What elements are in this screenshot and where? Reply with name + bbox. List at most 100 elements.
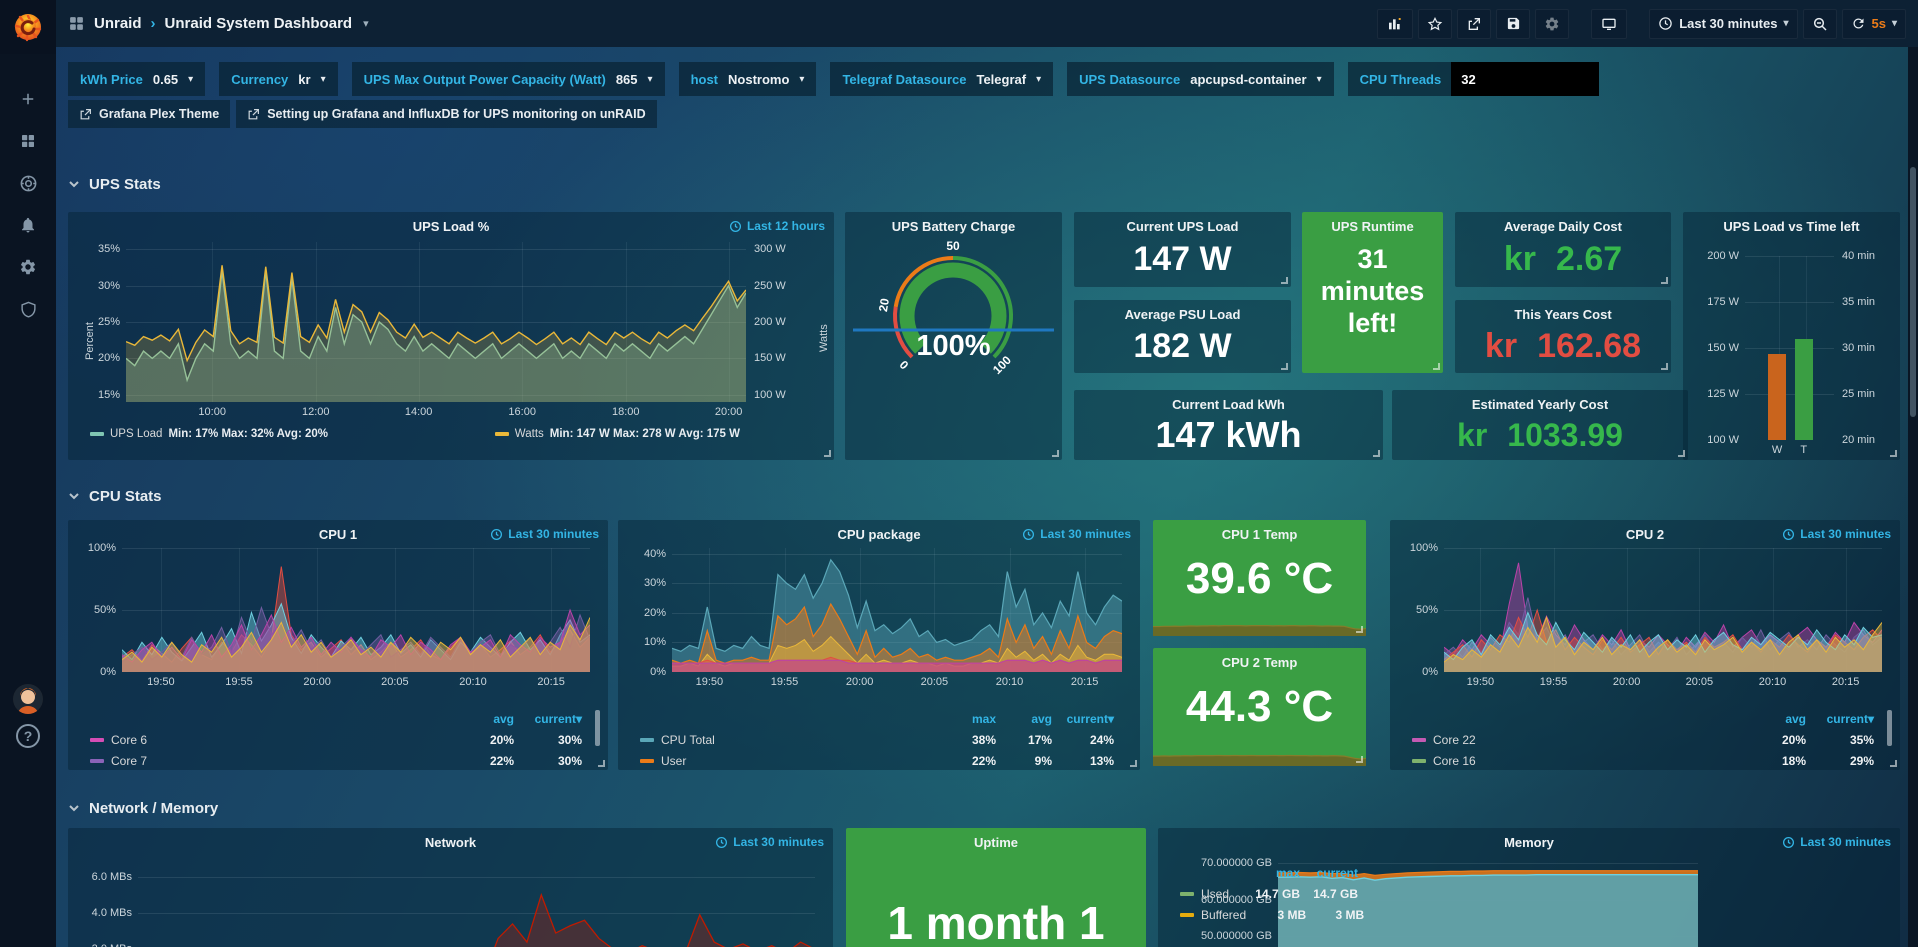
panel-resize-handle[interactable] xyxy=(1281,277,1288,284)
cpu2-chart[interactable] xyxy=(1444,548,1882,672)
dashboard-settings-button[interactable] xyxy=(1535,9,1569,39)
breadcrumb-folder[interactable]: Unraid xyxy=(94,15,142,32)
panel-title[interactable]: Uptime xyxy=(846,835,1146,850)
variable-currency[interactable]: Currency kr ▾ xyxy=(219,62,337,96)
battery-gauge[interactable]: 02050100 xyxy=(845,238,1062,388)
panel-title[interactable]: CPU 2 Temp xyxy=(1153,655,1366,670)
legend-series-core22[interactable]: Core 22 xyxy=(1412,733,1744,747)
panel-title[interactable]: UPS Runtime xyxy=(1302,219,1443,234)
alerting-bell-icon[interactable] xyxy=(0,206,56,244)
panel-resize-handle[interactable] xyxy=(1356,756,1363,763)
panel-title[interactable]: Average PSU Load xyxy=(1074,307,1291,322)
explore-icon[interactable] xyxy=(0,164,56,202)
legend-header-current[interactable]: current▾ xyxy=(514,712,582,726)
page-scrollbar[interactable] xyxy=(1908,47,1918,947)
legend-header-avg[interactable]: avg xyxy=(452,712,514,726)
panel-resize-handle[interactable] xyxy=(824,450,831,457)
panel-time-range[interactable]: Last 30 minutes xyxy=(1022,527,1131,541)
legend-series-core6[interactable]: Core 6 xyxy=(90,733,452,747)
panel-title[interactable]: This Years Cost xyxy=(1455,307,1671,322)
panel-title[interactable]: Estimated Yearly Cost xyxy=(1392,397,1688,412)
legend-item-watts[interactable]: Watts Min: 147 W Max: 278 W Avg: 175 W xyxy=(495,428,740,440)
create-plus-icon[interactable] xyxy=(0,80,56,118)
panel-resize-handle[interactable] xyxy=(1661,363,1668,370)
cpu1-chart[interactable] xyxy=(122,548,590,672)
time-range-picker[interactable]: Last 30 minutes ▾ xyxy=(1649,9,1797,39)
panel-resize-handle[interactable] xyxy=(1281,363,1288,370)
panel-resize-handle[interactable] xyxy=(1130,760,1137,767)
legend-series-buffered[interactable]: Buffered xyxy=(1180,908,1246,922)
tv-cycle-button[interactable] xyxy=(1591,9,1627,39)
cpu-package-chart[interactable] xyxy=(672,548,1122,672)
panel-title[interactable]: Average Daily Cost xyxy=(1455,219,1671,234)
panel-title[interactable]: UPS Load vs Time left xyxy=(1683,219,1900,234)
section-network-memory[interactable]: Network / Memory xyxy=(68,797,218,819)
legend-series-cpu-total[interactable]: CPU Total xyxy=(640,733,934,747)
panel-title[interactable]: Current Load kWh xyxy=(1074,397,1383,412)
legend-series-user[interactable]: User xyxy=(640,754,934,768)
page-scrollbar-thumb[interactable] xyxy=(1910,167,1916,417)
legend-header-avg[interactable]: avg xyxy=(1744,712,1806,726)
panel-resize-handle[interactable] xyxy=(1052,450,1059,457)
help-icon[interactable]: ? xyxy=(16,724,40,748)
network-chart[interactable] xyxy=(138,855,815,947)
panel-resize-handle[interactable] xyxy=(1373,450,1380,457)
legend-header-max[interactable]: max xyxy=(934,712,996,726)
legend-header-current[interactable]: current▾ xyxy=(1052,712,1114,726)
legend-item-ups-load[interactable]: UPS Load Min: 17% Max: 32% Avg: 20% xyxy=(90,428,328,440)
legend-header-avg[interactable]: avg xyxy=(996,712,1052,726)
variable-telegraf-datasource[interactable]: Telegraf Datasource Telegraf ▾ xyxy=(830,62,1053,96)
grafana-logo[interactable] xyxy=(0,0,56,54)
zoom-out-button[interactable] xyxy=(1803,9,1837,39)
panel-title[interactable]: UPS Battery Charge xyxy=(845,219,1062,234)
variable-ups-max-output[interactable]: UPS Max Output Power Capacity (Watt) 865… xyxy=(352,62,665,96)
ups-load-chart[interactable] xyxy=(126,242,746,402)
cpu-threads-input[interactable] xyxy=(1451,62,1599,96)
panel-time-range[interactable]: Last 30 minutes xyxy=(1782,835,1891,849)
template-variables-row: kWh Price 0.65 ▾ Currency kr ▾ UPS Max O… xyxy=(68,62,1599,96)
panel-title[interactable]: CPU 1 Temp xyxy=(1153,527,1366,542)
panel-resize-handle[interactable] xyxy=(1678,450,1685,457)
dashboards-icon[interactable] xyxy=(0,122,56,160)
save-button[interactable] xyxy=(1496,9,1530,39)
dashboard-grid-icon[interactable] xyxy=(68,15,85,32)
user-avatar[interactable] xyxy=(13,684,43,714)
legend-scrollbar[interactable] xyxy=(1887,710,1892,746)
link-grafana-plex-theme[interactable]: Grafana Plex Theme xyxy=(68,100,230,128)
panel-time-range[interactable]: Last 30 minutes xyxy=(1782,527,1891,541)
panel-title[interactable]: Current UPS Load xyxy=(1074,219,1291,234)
panel-resize-handle[interactable] xyxy=(1356,626,1363,633)
panel-resize-handle[interactable] xyxy=(598,760,605,767)
panel-time-range[interactable]: Last 12 hours xyxy=(729,219,825,233)
add-panel-button[interactable] xyxy=(1377,9,1413,39)
legend-header-max[interactable]: max xyxy=(1240,866,1300,880)
refresh-button[interactable]: 5s ▾ xyxy=(1842,9,1907,39)
configuration-gear-icon[interactable] xyxy=(0,248,56,286)
panel-resize-handle[interactable] xyxy=(1661,277,1668,284)
star-button[interactable] xyxy=(1418,9,1452,39)
panel-resize-handle[interactable] xyxy=(1890,450,1897,457)
variable-ups-datasource[interactable]: UPS Datasource apcupsd-container ▾ xyxy=(1067,62,1333,96)
ups-vs-time-bar-chart[interactable] xyxy=(1745,256,1834,440)
legend-header-current[interactable]: current▾ xyxy=(1806,712,1874,726)
variable-kwh-price[interactable]: kWh Price 0.65 ▾ xyxy=(68,62,205,96)
panel-time-range[interactable]: Last 30 minutes xyxy=(490,527,599,541)
breadcrumb-caret-icon[interactable]: ▾ xyxy=(363,17,369,30)
breadcrumb-dashboard-title[interactable]: Unraid System Dashboard xyxy=(165,15,353,32)
share-button[interactable] xyxy=(1457,9,1491,39)
link-ups-monitoring-guide[interactable]: Setting up Grafana and InfluxDB for UPS … xyxy=(236,100,656,128)
legend-marker xyxy=(90,738,104,742)
legend-series-used[interactable]: Used xyxy=(1180,887,1240,901)
panel-title[interactable]: UPS Load % xyxy=(68,219,834,234)
legend-series-core7[interactable]: Core 7 xyxy=(90,754,452,768)
legend-series-core16[interactable]: Core 16 xyxy=(1412,754,1744,768)
section-ups-stats[interactable]: UPS Stats xyxy=(68,173,161,195)
variable-host[interactable]: host Nostromo ▾ xyxy=(679,62,817,96)
panel-resize-handle[interactable] xyxy=(1433,363,1440,370)
panel-time-range[interactable]: Last 30 minutes xyxy=(715,835,824,849)
section-cpu-stats[interactable]: CPU Stats xyxy=(68,485,162,507)
legend-scrollbar[interactable] xyxy=(595,710,600,746)
admin-shield-icon[interactable] xyxy=(0,290,56,328)
legend-header-current[interactable]: current xyxy=(1300,866,1358,880)
panel-resize-handle[interactable] xyxy=(1890,760,1897,767)
